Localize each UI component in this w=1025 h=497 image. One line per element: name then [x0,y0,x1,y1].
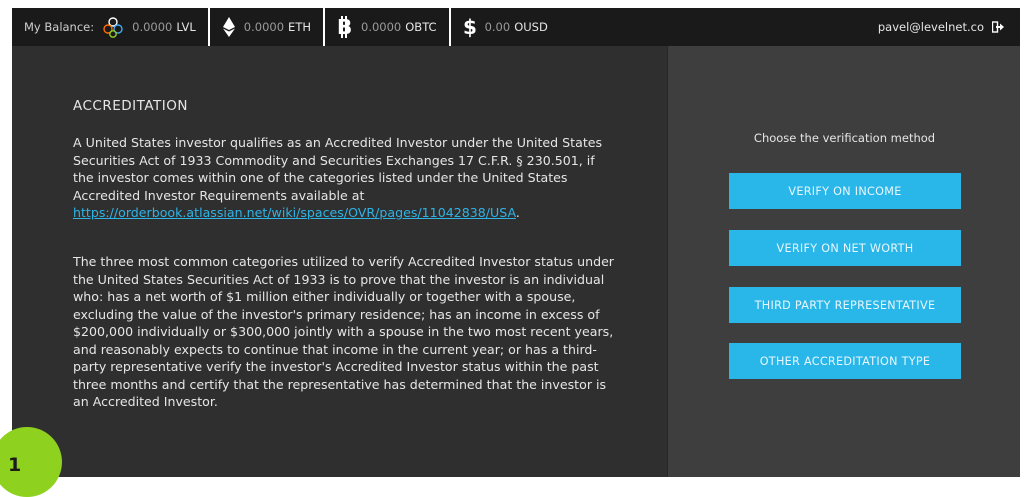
user-email[interactable]: pavel@levelnet.co [878,20,984,34]
paragraph-1-text: A United States investor qualifies as an… [73,135,603,203]
user-menu[interactable]: pavel@levelnet.co [878,20,1004,34]
usd-amount: 0.00 [484,20,511,34]
verification-panel: Choose the verification method VERIFY ON… [667,46,1020,477]
ethereum-icon [222,16,236,38]
lvl-amount: 0.0000 [132,20,173,34]
verify-net-worth-button[interactable]: VERIFY ON NET WORTH [729,230,961,266]
step-number-badge: 1 [0,427,62,497]
lvl-token-icon [102,16,124,38]
divider [207,8,210,46]
balance-eth: 0.0000 ETH [222,8,323,46]
third-party-representative-button[interactable]: THIRD PARTY REPRESENTATIVE [729,287,961,323]
step-number: 1 [8,454,22,476]
logout-icon[interactable] [992,21,1004,33]
lvl-unit: LVL [176,20,196,34]
svg-text:B: B [337,16,352,38]
btc-unit: OBTC [405,20,437,34]
other-accreditation-type-button[interactable]: OTHER ACCREDITATION TYPE [729,343,961,379]
btc-amount: 0.0000 [361,20,402,34]
verify-income-button[interactable]: VERIFY ON INCOME [729,173,961,209]
accreditation-paragraph-1: A United States investor qualifies as an… [73,134,618,222]
verification-prompt: Choose the verification method [753,131,936,145]
top-bar: My Balance: 0.0000 LVL 0.0000 ETH B 0.00… [12,8,1020,46]
balance-usd: $ 0.00 OUSD [463,8,560,46]
page-title: ACCREDITATION [73,98,188,114]
requirements-link[interactable]: https://orderbook.atlassian.net/wiki/spa… [73,205,516,220]
eth-unit: ETH [288,20,311,34]
divider [323,8,325,46]
bitcoin-icon: B [337,16,353,38]
app-window: My Balance: 0.0000 LVL 0.0000 ETH B 0.00… [12,8,1020,477]
divider [448,8,451,46]
eth-amount: 0.0000 [243,20,285,34]
svg-text:$: $ [463,16,477,38]
usd-unit: OUSD [514,20,548,34]
paragraph-1-end: . [515,205,520,220]
balance-btc: B 0.0000 OBTC [337,8,449,46]
dollar-icon: $ [463,16,477,38]
accreditation-info-panel: ACCREDITATION A United States investor q… [12,46,667,477]
accreditation-paragraph-2: The three most common categories utilize… [73,254,614,409]
balance-lvl: 0.0000 LVL [102,8,208,46]
balance-label: My Balance: [24,20,95,34]
